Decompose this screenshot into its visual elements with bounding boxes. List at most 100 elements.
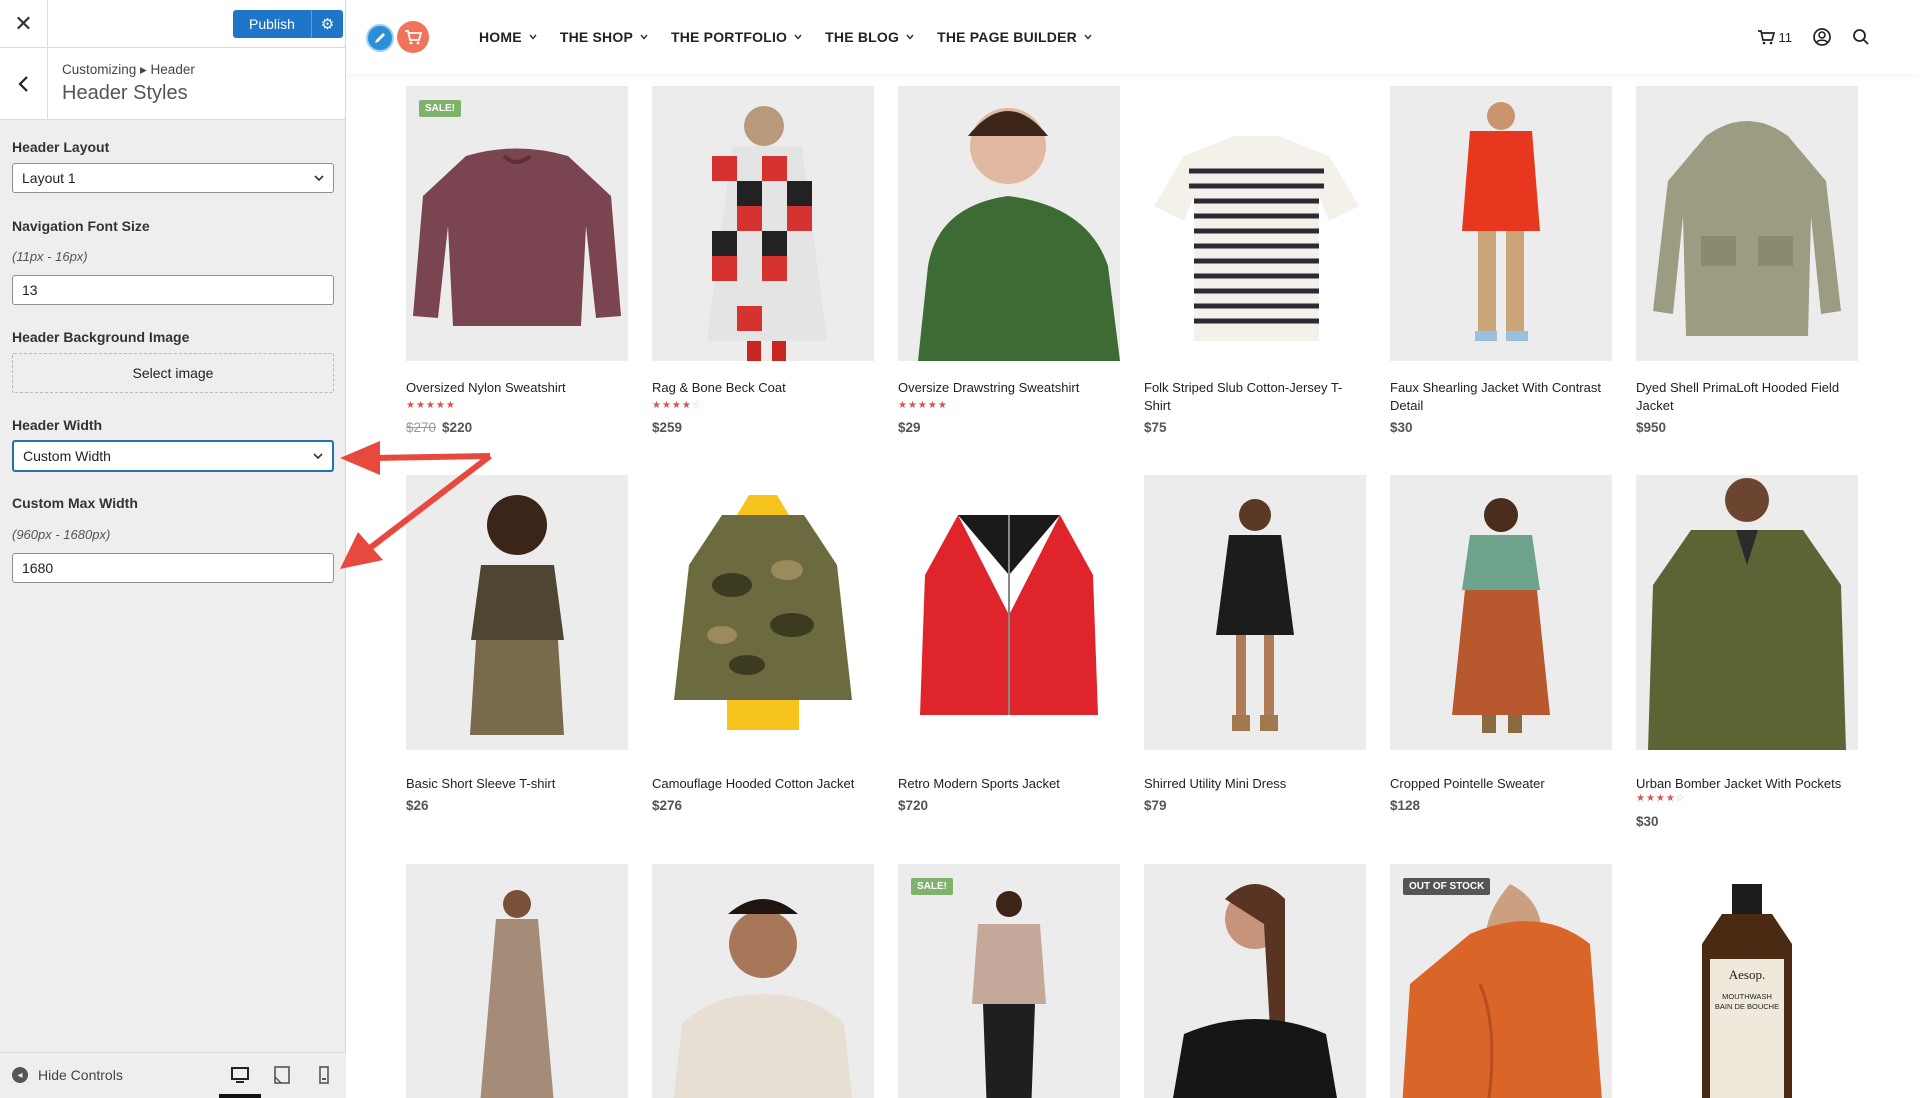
product-name[interactable]: Dyed Shell PrimaLoft Hooded Field Jacket [1636,379,1858,415]
product-card-retro-modern-sports-jacket[interactable]: Retro Modern Sports Jacket $720 [898,475,1120,813]
product-price: $30 [1390,420,1413,435]
nav-item-blog[interactable]: THE BLOG [825,29,914,45]
product-card-shirred-utility-mini-dress[interactable]: Shirred Utility Mini Dress $79 [1144,475,1366,813]
account-icon[interactable] [1812,27,1832,47]
tablet-preview-icon[interactable] [272,1065,292,1085]
product-image[interactable] [1636,475,1858,750]
custom-max-width-label: Custom Max Width [12,495,138,511]
product-price: $259 [652,420,682,435]
product-image[interactable]: SALE! [406,86,628,361]
product-card-rag-bone-beck-coat[interactable]: Rag & Bone Beck Coat ★★★★☆ $259 [652,86,874,435]
product-price: $75 [1144,420,1167,435]
product-image[interactable] [1390,475,1612,750]
header-width-label: Header Width [12,417,103,433]
product-price: $720 [898,798,928,813]
product-image[interactable]: Aesop. MOUTHWASH BAIN DE BOUCHE [1636,864,1858,1098]
product-card-black-top[interactable] [1144,864,1366,1098]
product-card-pink-tee[interactable]: SALE! [898,864,1120,1098]
product-image[interactable] [652,864,874,1098]
publish-group: Publish ⚙ [233,10,343,38]
cart-button[interactable]: 11 [1757,29,1792,45]
desktop-preview-icon[interactable] [230,1065,250,1085]
product-card-beige-dress[interactable] [406,864,628,1098]
product-card-cropped-pointelle-sweater[interactable]: Cropped Pointelle Sweater $128 [1390,475,1612,813]
product-name[interactable]: Urban Bomber Jacket With Pockets [1636,775,1858,793]
product-card-aesop-bottle[interactable]: Aesop. MOUTHWASH BAIN DE BOUCHE [1636,864,1858,1098]
product-price: $276 [652,798,682,813]
header-layout-select[interactable]: Layout 1 [12,163,334,193]
product-card-cream-hoodie[interactable] [652,864,874,1098]
custom-max-width-input[interactable]: 1680 [12,553,334,583]
nav-item-label: HOME [479,29,522,45]
product-name[interactable]: Basic Short Sleeve T-shirt [406,775,628,793]
hide-controls-button[interactable]: ◂ Hide Controls [12,1067,123,1083]
nav-font-size-input[interactable]: 13 [12,275,334,305]
product-image[interactable] [406,864,628,1098]
product-name[interactable]: Oversized Nylon Sweatshirt [406,379,628,397]
product-image[interactable] [1144,475,1366,750]
nav-item-home[interactable]: HOME [479,29,537,45]
star-rating: ★★★★☆ [652,400,702,411]
chevron-down-icon [313,453,323,460]
product-image[interactable] [1390,86,1612,361]
nav-item-page-builder[interactable]: THE PAGE BUILDER [937,29,1092,45]
product-image[interactable]: OUT OF STOCK [1390,864,1612,1098]
product-image[interactable] [1144,864,1366,1098]
pencil-edit-icon[interactable] [366,24,394,52]
chevron-down-icon [906,34,914,40]
search-icon[interactable] [1852,28,1870,46]
mobile-preview-icon[interactable] [314,1065,334,1085]
product-image[interactable] [898,86,1120,361]
star-rating: ★★★★★ [898,400,948,411]
product-card-basic-short-sleeve-t-shirt[interactable]: Basic Short Sleeve T-shirt $26 [406,475,628,813]
section-title: Header Styles [62,82,188,104]
product-image[interactable] [1144,86,1366,361]
current-price: $259 [652,420,683,435]
product-card-dyed-shell-primaloft-hooded-field-jacket[interactable]: Dyed Shell PrimaLoft Hooded Field Jacket… [1636,86,1858,435]
product-card-faux-shearling-jacket-with-contrast-detail[interactable]: Faux Shearling Jacket With Contrast Deta… [1390,86,1612,435]
product-price: $950 [1636,420,1666,435]
star-rating: ★★★★★ [406,400,456,411]
nav-item-label: THE SHOP [559,29,633,45]
product-name[interactable]: Oversize Drawstring Sweatshirt [898,379,1120,397]
product-name[interactable]: Faux Shearling Jacket With Contrast Deta… [1390,379,1612,415]
header-width-select[interactable]: Custom Width [12,440,334,472]
header-layout-label: Header Layout [12,139,110,155]
close-customizer-button[interactable]: ✕ [0,0,48,48]
star-rating: ★★★★☆ [1636,793,1686,804]
back-button[interactable] [0,48,48,120]
current-price: $128 [1390,798,1421,813]
product-image[interactable] [652,86,874,361]
product-image[interactable] [652,475,874,750]
product-name[interactable]: Shirred Utility Mini Dress [1144,775,1366,793]
product-card-camouflage-hooded-cotton-jacket[interactable]: Camouflage Hooded Cotton Jacket $276 [652,475,874,813]
product-image[interactable] [898,475,1120,750]
nav-item-portfolio[interactable]: THE PORTFOLIO [671,29,802,45]
product-name[interactable]: Camouflage Hooded Cotton Jacket [652,775,874,793]
original-price: $270 [406,420,437,435]
product-image[interactable] [406,475,628,750]
product-name[interactable]: Rag & Bone Beck Coat [652,379,874,397]
product-image[interactable]: SALE! [898,864,1120,1098]
sale-badge: SALE! [419,100,461,117]
publish-button[interactable]: Publish [233,10,312,38]
product-price: $29 [898,420,921,435]
product-card-folk-striped-slub-cotton-jersey-t-shirt[interactable]: Folk Striped Slub Cotton-Jersey T-Shirt $… [1144,86,1366,435]
shop-logo-cart-icon[interactable] [397,21,429,53]
publish-settings-gear-icon[interactable]: ⚙ [311,10,343,38]
product-card-urban-bomber-jacket-with-pockets[interactable]: Urban Bomber Jacket With Pockets ★★★★☆ $30 [1636,475,1858,829]
customizer-sidebar: ✕ Publish ⚙ Customizing ▸ Header Header … [0,0,346,1098]
product-card-oversize-drawstring-sweatshirt[interactable]: Oversize Drawstring Sweatshirt ★★★★★ $29 [898,86,1120,435]
product-card-orange-blouse[interactable]: OUT OF STOCK [1390,864,1612,1098]
product-name[interactable]: Retro Modern Sports Jacket [898,775,1120,793]
chevron-down-icon [640,34,648,40]
product-name[interactable]: Cropped Pointelle Sweater [1390,775,1612,793]
product-card-oversized-nylon-sweatshirt[interactable]: SALE! Oversized Nylon Sweatshirt ★★★★★ $270… [406,86,628,435]
product-image[interactable] [1636,86,1858,361]
breadcrumb: Customizing ▸ Header [62,62,195,77]
select-image-button[interactable]: Select image [12,353,334,393]
product-name[interactable]: Folk Striped Slub Cotton-Jersey T-Shirt [1144,379,1366,415]
customizer-topbar: ✕ Publish ⚙ [0,0,345,48]
sale-badge: SALE! [911,878,953,895]
nav-item-shop[interactable]: THE SHOP [560,29,648,45]
